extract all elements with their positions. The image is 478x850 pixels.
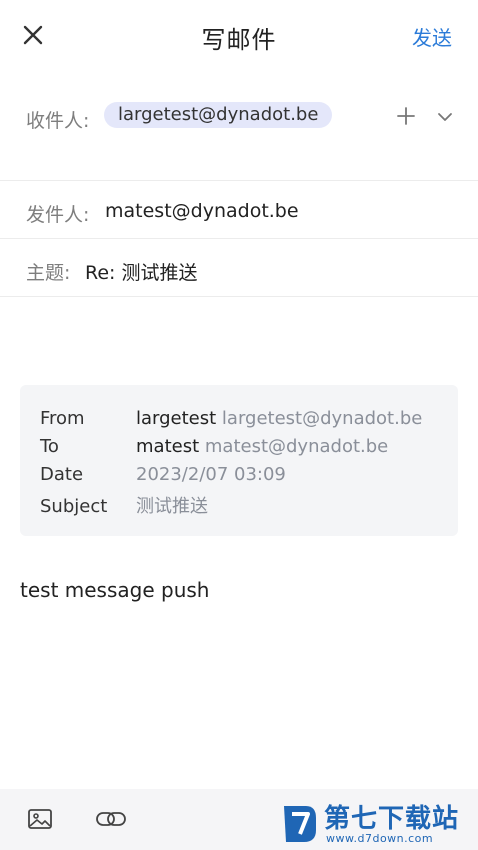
link-icon[interactable] xyxy=(94,805,128,835)
quoted-from-line: From largetest largetest@dynadot.be xyxy=(40,408,422,429)
quoted-message-block: From largetest largetest@dynadot.be To mat… xyxy=(20,385,458,536)
sender-field[interactable]: matest@dynadot.be xyxy=(105,200,299,222)
quoted-to-key: To xyxy=(40,436,59,457)
watermark-url: www.d7down.com xyxy=(326,832,434,845)
watermark-title: 第七下载站 xyxy=(324,804,460,834)
quoted-to-line: To matest matest@dynadot.be xyxy=(40,436,388,457)
image-icon[interactable] xyxy=(26,805,56,835)
quoted-subject-key: Subject xyxy=(40,496,108,517)
subject-label: 主题: xyxy=(26,262,71,284)
quoted-to-email: matest@dynadot.be xyxy=(204,436,389,457)
message-body[interactable]: test message push xyxy=(20,578,209,602)
sender-row: 发件人: matest@dynadot.be xyxy=(0,181,478,239)
quoted-date-value: 2023/2/07 03:09 xyxy=(136,464,286,485)
subject-row: 主题: Re: 测试推送 xyxy=(0,239,478,297)
quoted-from-email: largetest@dynadot.be xyxy=(221,408,423,429)
recipient-label: 收件人: xyxy=(26,110,90,132)
sender-label: 发件人: xyxy=(26,204,90,226)
send-button[interactable]: 发送 xyxy=(412,22,452,51)
header-bar: 写邮件 发送 xyxy=(0,0,478,72)
quoted-from-key: From xyxy=(40,408,85,429)
chevron-down-icon[interactable] xyxy=(434,106,456,128)
quoted-to-name: matest xyxy=(136,436,200,457)
watermark-logo: 第七下载站 www.d7down.com xyxy=(280,798,472,848)
subject-input[interactable]: Re: 测试推送 xyxy=(85,258,197,285)
add-recipient-icon[interactable] xyxy=(394,104,418,128)
page-title: 写邮件 xyxy=(201,26,277,54)
quoted-date-key: Date xyxy=(40,464,84,485)
quoted-date-line: Date 2023/2/07 03:09 xyxy=(40,464,286,485)
quoted-from-name: largetest xyxy=(136,408,217,429)
recipient-chip[interactable]: largetest@dynadot.be xyxy=(104,102,333,128)
watermark-d7-icon xyxy=(280,800,320,846)
quoted-subject-value: 测试推送 xyxy=(136,496,208,517)
recipient-row: 收件人: largetest@dynadot.be xyxy=(0,72,478,181)
quoted-subject-line: Subject 测试推送 xyxy=(40,492,208,518)
